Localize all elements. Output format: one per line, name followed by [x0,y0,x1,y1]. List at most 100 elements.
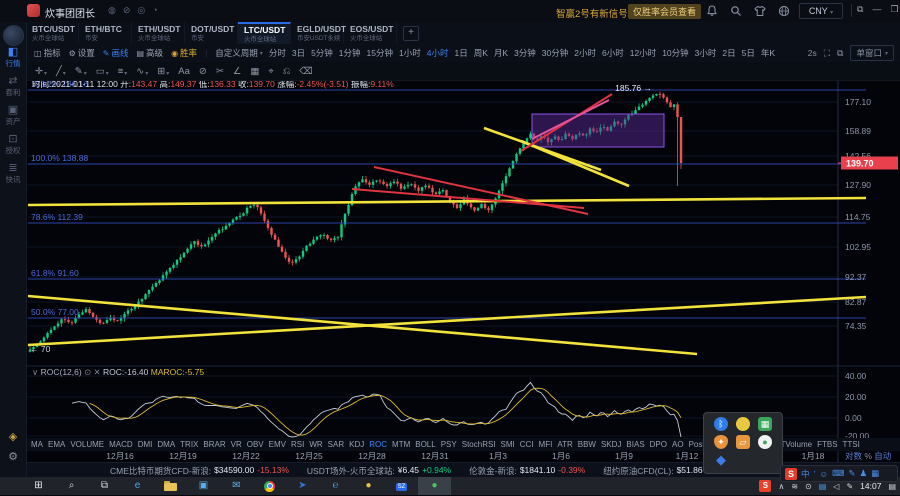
tray-volume-icon[interactable]: ◁ [833,482,839,491]
title-icon-3[interactable]: ◎ [137,5,145,16]
period-2日[interactable]: 2日 [722,47,735,59]
indicator-tab-ROC[interactable]: ROC [369,440,387,449]
brand-logo-icon[interactable] [3,25,24,46]
sogou-tool-1[interactable]: 中 [801,468,810,480]
indicator-tab-TRIX[interactable]: TRIX [180,440,198,449]
draw-tool-2[interactable]: ╱▾ [56,66,66,77]
sidebar-item-授权[interactable]: ⊡授权 [0,133,26,155]
sogou-logo-icon[interactable]: S [785,468,797,480]
period-15分钟[interactable]: 15分钟 [367,47,393,59]
period-5分钟[interactable]: 5分钟 [311,47,333,59]
period-3日[interactable]: 3日 [292,47,305,59]
indicator-tab-BRAR[interactable]: BRAR [203,440,225,449]
period-月K[interactable]: 月K [494,47,508,59]
title-icon-2[interactable]: ⊘ [123,5,131,16]
period-4小时[interactable]: 4小时 [427,47,449,59]
tray-coin-icon[interactable] [736,417,750,431]
indicator-tab-AO[interactable]: AO [672,440,684,449]
indicator-tab-PSY[interactable]: PSY [441,440,457,449]
tray-green-app-icon[interactable]: ▦ [758,417,772,431]
draw-tool-9[interactable]: ⊘ [199,66,207,77]
draw-tool-15[interactable]: ⌫ [299,66,312,77]
sidebar-item-行情[interactable]: ◧行情 [0,46,26,68]
indicator-tab-MA[interactable]: MA [31,440,43,449]
period-30分钟[interactable]: 30分钟 [542,47,568,59]
sogou-tool-6[interactable]: ♟ [860,468,868,479]
period-1小时[interactable]: 1小时 [399,47,421,59]
title-icon-1[interactable]: ◍ [108,5,116,16]
bell-icon[interactable] [706,5,718,17]
taskbar-search-icon[interactable]: ⌕ [55,477,88,495]
draw-tool-12[interactable]: ▦ [250,66,259,77]
indicator-tab-TVolume[interactable]: TVolume [781,440,813,449]
sidebar-settings-icon[interactable]: ⚙ [0,450,26,463]
split-view-icon[interactable]: ⧉ [837,48,843,59]
period-1分钟[interactable]: 1分钟 [339,47,361,59]
refresh-interval[interactable]: 2s [808,48,817,58]
taskbar-thunder-icon[interactable]: ➤ [286,477,319,495]
toolbar-button-设置[interactable]: ⚙设置 [69,47,95,59]
indicator-tab-MFI[interactable]: MFI [539,440,553,449]
maximize-button[interactable]: ❐ [890,4,898,15]
toolbar-button-胜率[interactable]: ◉胜率 [171,47,197,59]
indicator-tab-FTBS[interactable]: FTBS [817,440,837,449]
period-分时[interactable]: 分时 [269,47,286,59]
taskbar-mail-icon[interactable]: ✉ [220,477,253,495]
toolbar-button-指标[interactable]: ◫指标 [34,47,61,59]
taskbar-clock[interactable]: 14:07 [860,481,881,491]
sidebar-item-套利[interactable]: ⇄套利 [0,75,26,97]
indicator-tab-StochRSI[interactable]: StochRSI [462,440,496,449]
indicator-tab-BIAS[interactable]: BIAS [626,440,644,449]
indicator-tab-MTM[interactable]: MTM [392,440,410,449]
sidebar-item-资产[interactable]: ▣资产 [0,104,26,126]
tray-pen-icon[interactable]: ✎ [846,482,853,491]
taskbar-start-icon[interactable]: ⊞ [22,477,55,495]
indicator-tab-EMA[interactable]: EMA [48,440,65,449]
tray-shield-icon[interactable]: ✦ [714,435,728,449]
sogou-tool-4[interactable]: ⌨ [832,468,844,479]
indicator-tab-WR[interactable]: WR [309,440,322,449]
currency-selector[interactable]: CNY ▾ [799,3,843,19]
indicator-tab-EMV[interactable]: EMV [269,440,286,449]
indicator-tab-VR[interactable]: VR [231,440,242,449]
tray-network-icon[interactable]: ≋ [791,482,798,491]
tray-battery-icon[interactable]: ⊙ [805,482,812,491]
vip-only-badge[interactable]: 仅胜率会员查看 [628,4,701,19]
indicator-tab-SKDJ[interactable]: SKDJ [601,440,621,449]
period-2小时[interactable]: 2小时 [574,47,596,59]
pair-tab-BTC/USDT[interactable]: BTC/USDT火币全球站 [26,22,79,44]
tray-display-icon[interactable]: ▤ [819,482,827,491]
globe-icon[interactable] [778,5,790,17]
period-5日[interactable]: 5日 [742,47,755,59]
shirt-icon[interactable] [754,5,766,17]
draw-tool-11[interactable]: ∠ [233,66,242,77]
tray-sogou-icon[interactable]: S [759,480,771,492]
taskbar-task-view-icon[interactable]: ⧉ [88,477,121,495]
taskbar-ie-icon[interactable]: ℮ [319,477,352,495]
title-icons[interactable]: ◍⊘◎◔ [108,5,158,16]
tray-tray-expand-icon[interactable]: ∧ [778,482,784,491]
period-周K[interactable]: 周K [474,47,488,59]
indicator-tab-VOLUME[interactable]: VOLUME [70,440,104,449]
pair-tab-ETH/BTC[interactable]: ETH/BTC币安 [79,22,132,44]
taskbar-qq-music-icon[interactable]: ● [352,477,385,495]
taskbar-wechat-icon[interactable]: ● [418,477,451,495]
pair-tab-DOT/USDT[interactable]: DOT/USDT币安 [185,22,238,44]
tray-gem-icon[interactable]: ◆ [714,453,728,467]
search-icon[interactable] [730,5,742,17]
indicator-tab-DMI[interactable]: DMI [138,440,153,449]
draw-tool-7[interactable]: ⊞▾ [157,66,169,77]
indicator-tab-KDJ[interactable]: KDJ [349,440,364,449]
taskbar-sz-app-icon[interactable]: SZ [385,477,418,495]
taskbar-chrome-icon[interactable] [253,477,286,495]
popout-button[interactable]: ⧉ [857,4,863,15]
indicator-tab-DPO[interactable]: DPO [650,440,667,449]
draw-tool-3[interactable]: ✎▾ [75,66,87,77]
indicator-tab-CCI[interactable]: CCI [520,440,534,449]
taskbar-edge-icon[interactable]: e [121,477,154,495]
draw-tool-6[interactable]: ∿▾ [136,66,148,77]
draw-tool-4[interactable]: ▭▾ [96,66,109,77]
toolbar-button-高级[interactable]: ▤高级 [136,47,163,59]
indicator-tab-BBW[interactable]: BBW [578,440,596,449]
period-10分钟[interactable]: 10分钟 [662,47,688,59]
